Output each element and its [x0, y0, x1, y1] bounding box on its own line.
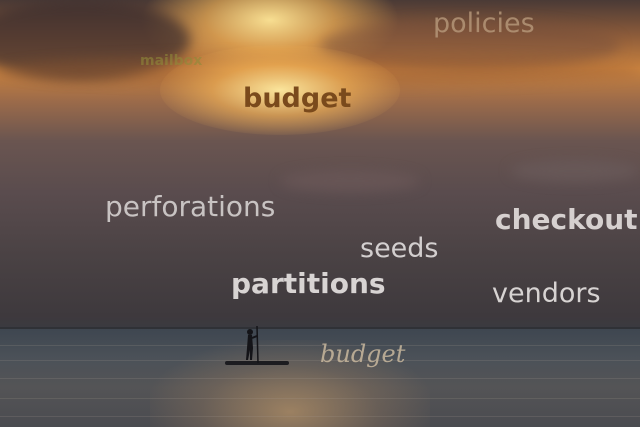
overlay-word-checkout: checkout: [495, 203, 638, 236]
overlay-word-seeds: seeds: [360, 233, 439, 264]
sunset-photo: budget policies mailbox perforations che…: [0, 0, 640, 427]
overlay-word-budget-script: budget: [320, 340, 406, 368]
overlay-word-perforations: perforations: [105, 190, 276, 223]
overlay-word-vendors: vendors: [492, 278, 601, 309]
overlay-word-partitions: partitions: [231, 267, 386, 300]
water-ripple: [0, 378, 640, 379]
horizon-line: [0, 327, 640, 329]
cloud: [510, 160, 640, 182]
cloud: [280, 170, 420, 192]
overlay-word-mailbox: mailbox: [140, 53, 203, 69]
water-ripple: [0, 416, 640, 417]
water-ripple: [0, 398, 640, 399]
overlay-word-policies: policies: [433, 8, 535, 39]
overlay-word-budget: budget: [243, 83, 352, 114]
paddleboarder-silhouette: [246, 326, 259, 364]
